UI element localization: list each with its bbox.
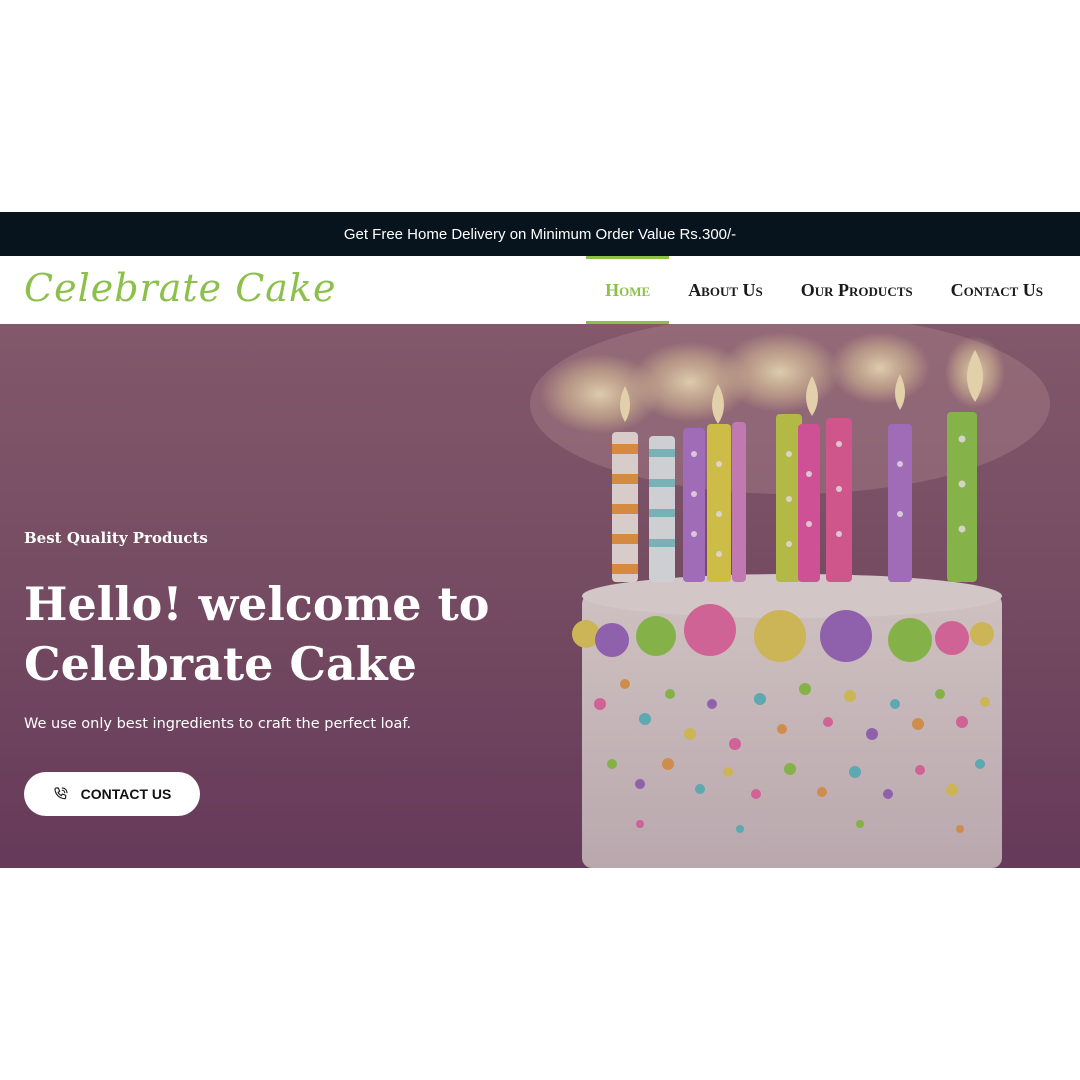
hero-banner: Best Quality Products Hello! welcome to … bbox=[0, 324, 1080, 868]
nav-item-about-us[interactable]: About Us bbox=[669, 256, 782, 324]
site-logo[interactable]: Celebrate Cake bbox=[24, 266, 336, 310]
contact-us-button[interactable]: CONTACT US bbox=[24, 772, 200, 816]
announcement-text: Get Free Home Delivery on Minimum Order … bbox=[343, 225, 737, 243]
hero-title: Hello! welcome to Celebrate Cake bbox=[24, 577, 490, 691]
main-nav: Home About Us Our Products Contact Us bbox=[586, 256, 1062, 324]
phone-icon bbox=[54, 787, 68, 800]
hero-subtitle: We use only best ingredients to craft th… bbox=[24, 716, 412, 732]
announcement-bar: Get Free Home Delivery on Minimum Order … bbox=[0, 212, 1080, 256]
nav-item-home[interactable]: Home bbox=[586, 256, 670, 324]
site-header: Celebrate Cake Home About Us Our Product… bbox=[0, 256, 1080, 324]
nav-item-our-products[interactable]: Our Products bbox=[782, 256, 932, 324]
hero-eyebrow: Best Quality Products bbox=[24, 529, 208, 547]
nav-item-contact-us[interactable]: Contact Us bbox=[932, 256, 1062, 324]
contact-us-label: CONTACT US bbox=[80, 786, 172, 802]
